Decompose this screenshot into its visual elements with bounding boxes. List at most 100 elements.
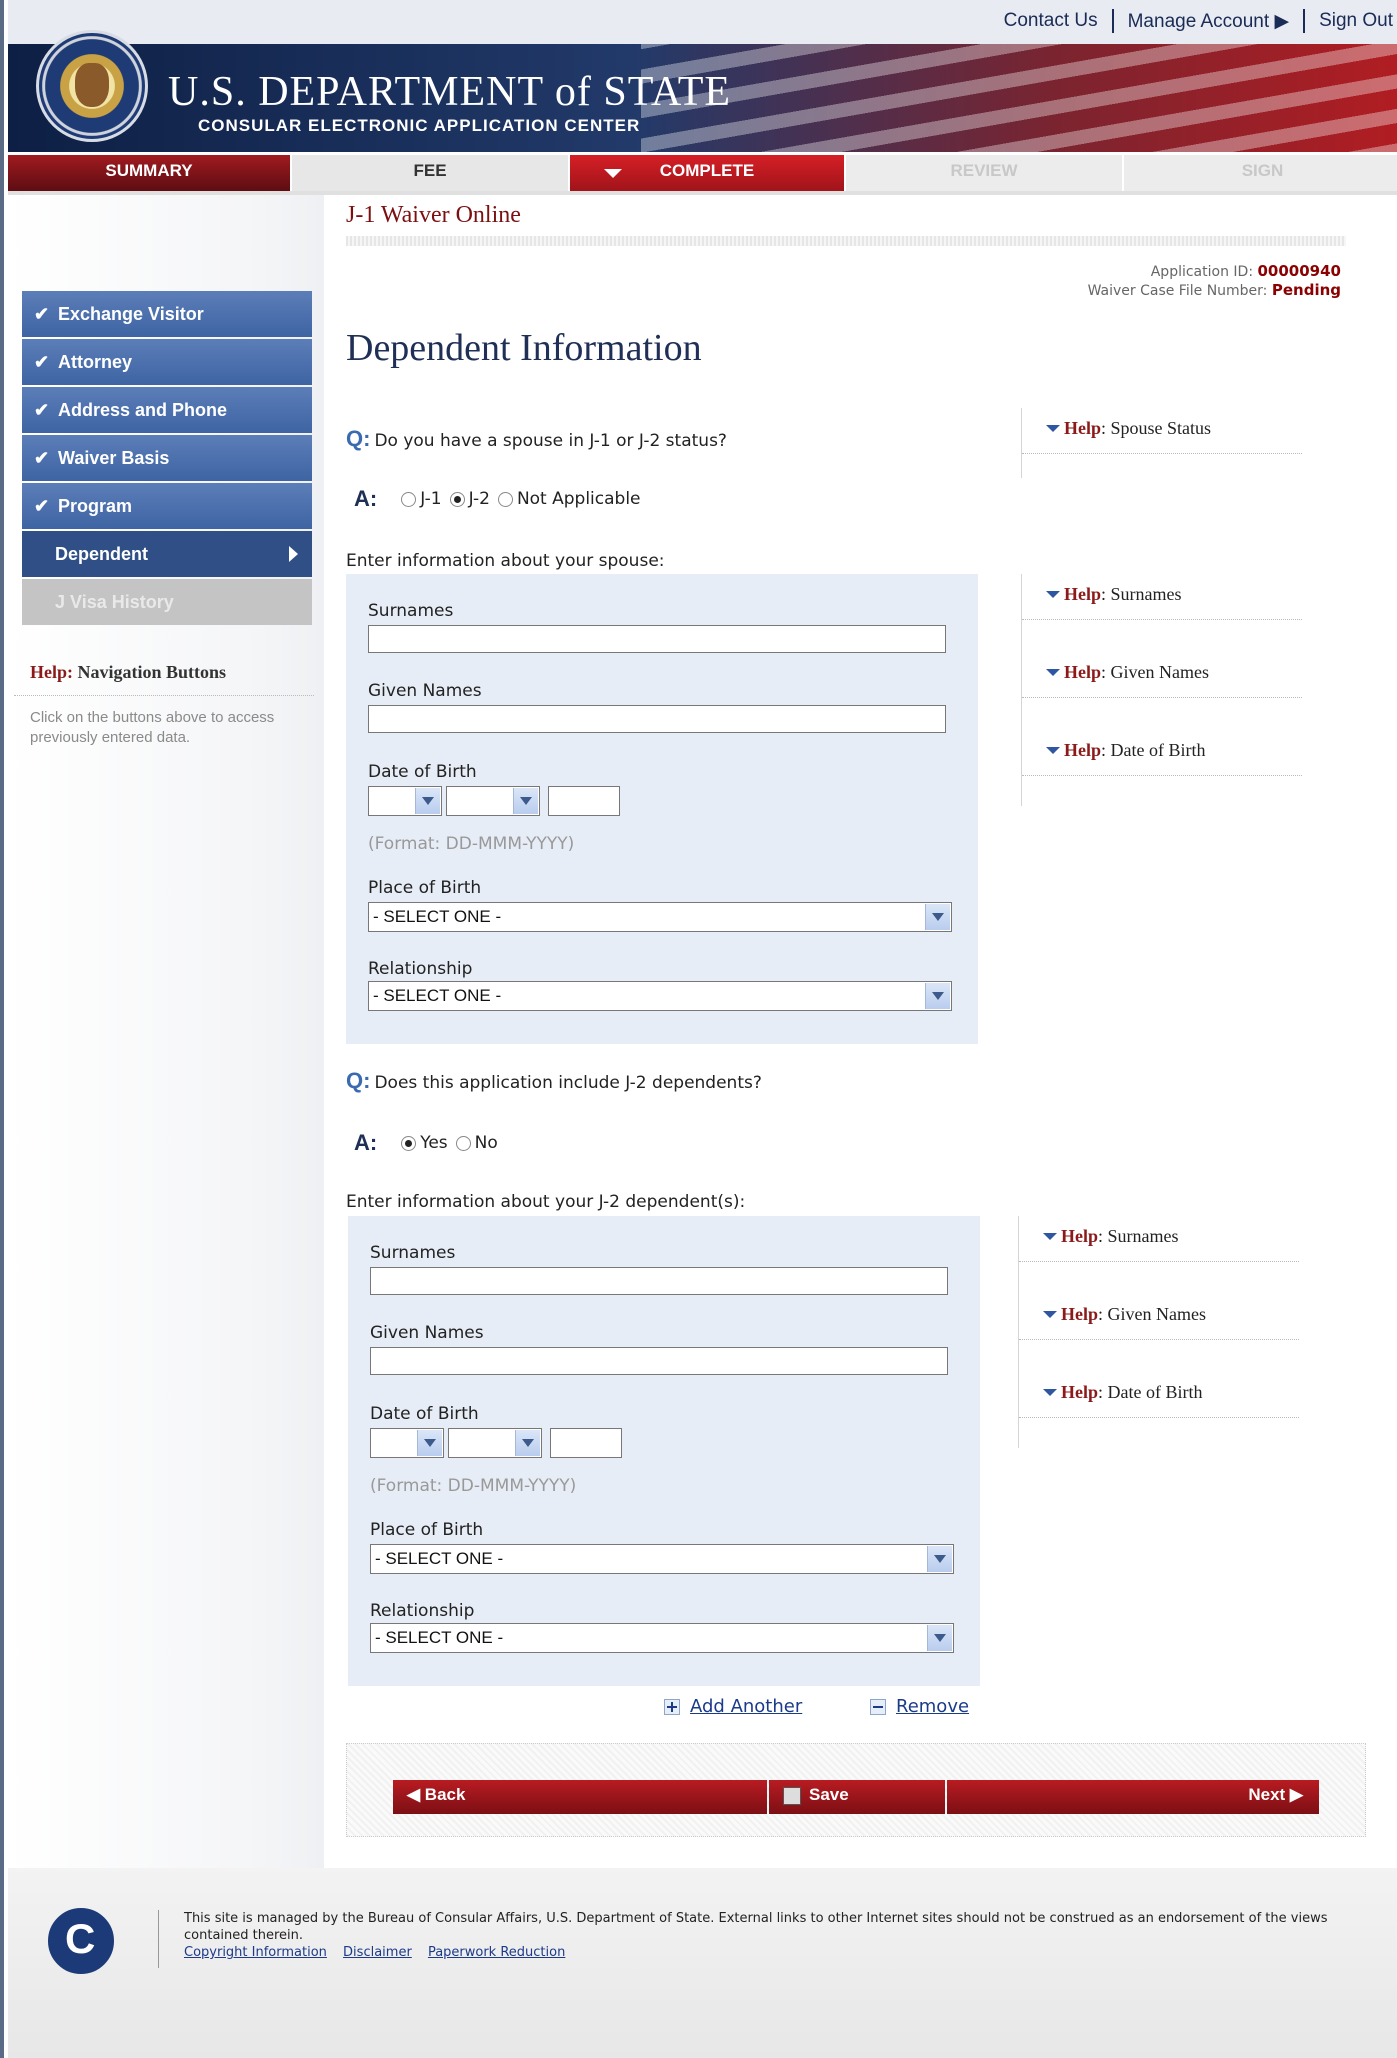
chevron-down-icon bbox=[927, 1625, 952, 1651]
question-text: Do you have a spouse in J-1 or J-2 statu… bbox=[374, 431, 727, 451]
application-id-label: Application ID: bbox=[1150, 264, 1254, 280]
spouse-question: Q: Do you have a spouse in J-1 or J-2 sta… bbox=[346, 426, 727, 452]
step-fee[interactable]: FEE bbox=[292, 155, 570, 191]
nav-item-exchange-visitor[interactable]: ✔ Exchange Visitor bbox=[22, 291, 312, 337]
spouse-answer: A: J-1 J-2 Not Applicable bbox=[354, 486, 641, 512]
select-value: - SELECT ONE - bbox=[373, 907, 502, 926]
help-topic: Navigation Buttons bbox=[77, 662, 227, 682]
help-surnames-toggle[interactable]: Help: Surnames bbox=[1022, 574, 1302, 620]
help-prefix: Help bbox=[1061, 1382, 1099, 1402]
next-label: Next bbox=[1248, 1785, 1286, 1804]
help-spouse-status-toggle[interactable]: Help: Spouse Status bbox=[1022, 408, 1302, 454]
nav-item-label: Attorney bbox=[58, 352, 133, 372]
paperwork-reduction-link[interactable]: Paperwork Reduction bbox=[428, 1945, 565, 1960]
remove-label: Remove bbox=[896, 1696, 970, 1717]
nav-item-waiver-basis[interactable]: ✔ Waiver Basis bbox=[22, 435, 312, 481]
nav-item-dependent[interactable]: Dependent bbox=[22, 531, 312, 577]
spouse-place-of-birth-select[interactable]: - SELECT ONE - bbox=[368, 902, 952, 932]
dependent-place-of-birth-select[interactable]: - SELECT ONE - bbox=[370, 1544, 954, 1574]
step-complete-label: COMPLETE bbox=[659, 161, 755, 180]
application-info: Application ID: 00000940 Waiver Case Fil… bbox=[1088, 262, 1341, 300]
manage-account-link[interactable]: Manage Account ▶ bbox=[1128, 10, 1289, 33]
disclaimer-link[interactable]: Disclaimer bbox=[343, 1945, 412, 1960]
help-prefix: Help bbox=[1061, 1226, 1099, 1246]
dependent-place-of-birth-label: Place of Birth bbox=[370, 1520, 484, 1540]
nav-item-label: Exchange Visitor bbox=[58, 304, 204, 324]
dependent-dob-format-hint: (Format: DD-MMM-YYYY) bbox=[370, 1476, 577, 1496]
radio-yes-label: Yes bbox=[420, 1133, 448, 1153]
caret-right-icon: ▶ bbox=[1285, 1785, 1303, 1804]
question-marker: Q: bbox=[346, 426, 371, 451]
spouse-form: Surnames Given Names Date of Birth (Form… bbox=[346, 574, 978, 1044]
add-another-link[interactable]: Add Another bbox=[664, 1696, 802, 1717]
dependent-relationship-select[interactable]: - SELECT ONE - bbox=[370, 1623, 954, 1653]
dependent-given-names-input[interactable] bbox=[370, 1347, 948, 1375]
radio-not-applicable[interactable] bbox=[497, 491, 513, 507]
help-topic: : Surnames bbox=[1101, 584, 1182, 604]
help-date-of-birth-toggle[interactable]: Help: Date of Birth bbox=[1022, 730, 1302, 776]
spouse-given-names-input[interactable] bbox=[368, 705, 946, 733]
nav-item-program[interactable]: ✔ Program bbox=[22, 483, 312, 529]
spouse-relationship-select[interactable]: - SELECT ONE - bbox=[368, 981, 952, 1011]
nav-item-label: Address and Phone bbox=[58, 400, 228, 420]
dependent-dob-year-input[interactable] bbox=[550, 1428, 622, 1458]
back-button[interactable]: ◀ Back bbox=[393, 1780, 767, 1814]
navigation-help-title[interactable]: Help: Navigation Buttons bbox=[14, 648, 314, 696]
step-sign: SIGN bbox=[1124, 155, 1397, 191]
nav-item-j-visa-history: J Visa History bbox=[22, 579, 312, 625]
nav-item-attorney[interactable]: ✔ Attorney bbox=[22, 339, 312, 385]
progress-steps: SUMMARY FEE COMPLETE REVIEW SIGN bbox=[8, 155, 1397, 191]
spouse-dob-year-input[interactable] bbox=[548, 786, 620, 816]
spouse-dob-label: Date of Birth bbox=[368, 762, 477, 782]
help-date-of-birth-toggle[interactable]: Help: Date of Birth bbox=[1019, 1372, 1299, 1418]
help-topic: : Date of Birth bbox=[1098, 1382, 1203, 1402]
question-marker: Q: bbox=[346, 1068, 371, 1093]
dependent-dob-month-select[interactable] bbox=[448, 1428, 542, 1458]
spouse-given-names-label: Given Names bbox=[368, 681, 482, 701]
nav-item-address-and-phone[interactable]: ✔ Address and Phone bbox=[22, 387, 312, 433]
manage-account-label: Manage Account bbox=[1127, 10, 1270, 32]
spouse-dob-day-select[interactable] bbox=[368, 786, 442, 816]
footer-text: This site is managed by the Bureau of Co… bbox=[184, 1910, 1344, 1961]
radio-j1[interactable] bbox=[401, 491, 417, 507]
divider bbox=[1111, 9, 1114, 33]
help-surnames-toggle[interactable]: Help: Surnames bbox=[1019, 1216, 1299, 1262]
sign-out-link[interactable]: Sign Out bbox=[1319, 10, 1393, 32]
arrow-right-icon bbox=[289, 546, 298, 562]
nav-item-label: Waiver Basis bbox=[58, 448, 170, 468]
consular-affairs-logo bbox=[48, 1908, 114, 1974]
radio-j2[interactable] bbox=[449, 491, 465, 507]
dependent-surnames-input[interactable] bbox=[370, 1267, 948, 1295]
spouse-intro: Enter information about your spouse: bbox=[346, 551, 665, 571]
help-prefix: Help bbox=[1064, 584, 1102, 604]
caret-left-icon: ◀ bbox=[407, 1785, 425, 1804]
step-summary[interactable]: SUMMARY bbox=[8, 155, 292, 191]
select-value: - SELECT ONE - bbox=[375, 1628, 504, 1647]
remove-link[interactable]: Remove bbox=[870, 1696, 969, 1717]
radio-no[interactable] bbox=[455, 1135, 471, 1151]
copyright-link[interactable]: Copyright Information bbox=[184, 1945, 327, 1960]
case-file-value: Pending bbox=[1271, 281, 1341, 299]
spouse-dob-format-hint: (Format: DD-MMM-YYYY) bbox=[368, 834, 575, 854]
radio-j1-label: J-1 bbox=[420, 489, 442, 509]
spouse-dob-month-select[interactable] bbox=[446, 786, 540, 816]
step-complete[interactable]: COMPLETE bbox=[570, 155, 846, 191]
next-button[interactable]: Next ▶ bbox=[947, 1780, 1319, 1814]
contact-us-link[interactable]: Contact Us bbox=[1004, 10, 1098, 32]
minus-icon bbox=[870, 1698, 886, 1715]
question-text: Does this application include J-2 depend… bbox=[374, 1073, 762, 1093]
checkmark-icon: ✔ bbox=[34, 400, 50, 420]
dependents-answer: A: Yes No bbox=[354, 1130, 498, 1156]
plus-icon bbox=[664, 1698, 680, 1715]
save-button[interactable]: Save bbox=[769, 1780, 945, 1814]
spouse-place-of-birth-label: Place of Birth bbox=[368, 878, 482, 898]
help-given-names-toggle[interactable]: Help: Given Names bbox=[1019, 1294, 1299, 1340]
dependent-dob-day-select[interactable] bbox=[370, 1428, 444, 1458]
chevron-down-icon bbox=[604, 169, 622, 178]
help-topic: : Given Names bbox=[1098, 1304, 1206, 1324]
help-given-names-toggle[interactable]: Help: Given Names bbox=[1022, 652, 1302, 698]
spouse-surnames-input[interactable] bbox=[368, 625, 946, 653]
section-nav: ✔ Exchange Visitor ✔ Attorney ✔ Address and… bbox=[22, 291, 312, 627]
help-spouse-status: Help: Spouse Status bbox=[1021, 408, 1302, 478]
radio-yes[interactable] bbox=[401, 1135, 417, 1151]
